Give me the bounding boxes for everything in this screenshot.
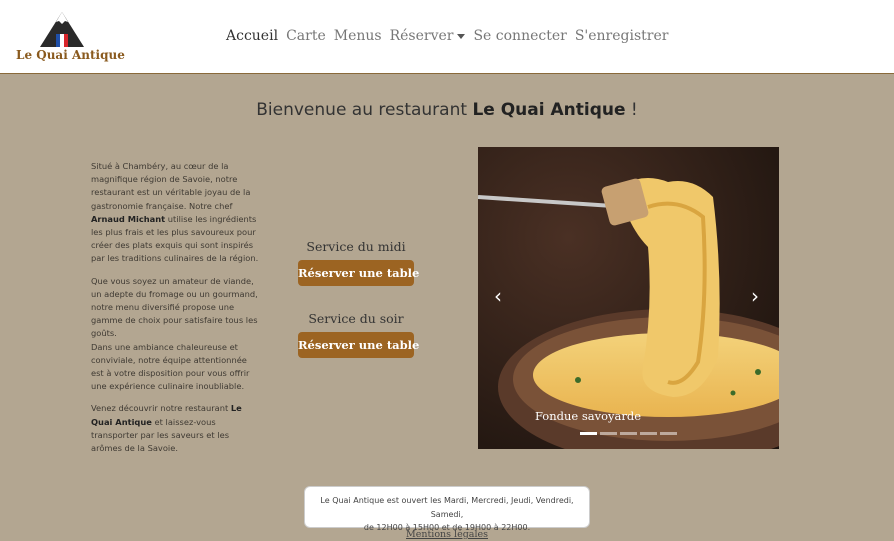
- welcome-prefix: Bienvenue au restaurant: [256, 100, 473, 120]
- carousel-indicator-2[interactable]: [600, 432, 617, 435]
- reserve-soir-button[interactable]: Réserver une table: [298, 332, 419, 358]
- about-p1-text: Situé à Chambéry, au cœur de la magnifiq…: [91, 161, 251, 211]
- service-soir: Service du soir Réserver une table: [298, 311, 419, 358]
- opening-hours: Le Quai Antique est ouvert les Mardi, Me…: [304, 486, 590, 532]
- about-p3-text: Venez découvrir notre restaurant: [91, 403, 231, 414]
- about-paragraph-3: Venez découvrir notre restaurant Le Quai…: [91, 402, 261, 455]
- about-text: Situé à Chambéry, au cœur de la magnifiq…: [91, 160, 261, 464]
- image-carousel: ‹ › Fondue savoyarde: [478, 147, 779, 449]
- carousel-caption: Fondue savoyarde: [534, 409, 642, 423]
- welcome-restaurant-name: Le Quai Antique: [472, 100, 626, 120]
- nav-item-accueil[interactable]: Accueil: [226, 28, 278, 44]
- nav-item-reserver[interactable]: Réserver: [390, 28, 466, 44]
- service-midi: Service du midi Réserver une table: [298, 239, 419, 286]
- about-paragraph-1: Situé à Chambéry, au cœur de la magnifiq…: [91, 160, 261, 266]
- carousel-indicator-1[interactable]: [580, 432, 597, 435]
- nav-item-menus[interactable]: Menus: [334, 28, 382, 44]
- fondue-photo: [478, 147, 779, 449]
- service-soir-label: Service du soir: [308, 311, 404, 326]
- carousel-indicator-5[interactable]: [660, 432, 677, 435]
- main-nav: Accueil Carte Menus Réserver Se connecte…: [226, 28, 676, 44]
- nav-item-se-connecter[interactable]: Se connecter: [473, 28, 566, 44]
- welcome-suffix: !: [625, 100, 638, 120]
- brand-logo[interactable]: Le Quai Antique: [14, 10, 125, 66]
- about-p2b-text: Dans une ambiance chaleureuse et convivi…: [91, 341, 250, 392]
- nav-item-enregistrer[interactable]: S'enregistrer: [575, 28, 669, 44]
- brand-name: Le Quai Antique: [16, 48, 125, 62]
- about-p2-text: Que vous soyez un amateur de viande, un …: [91, 275, 258, 339]
- nav-item-carte[interactable]: Carte: [286, 28, 326, 44]
- navbar: Le Quai Antique Accueil Carte Menus Rése…: [0, 0, 894, 74]
- carousel-next-icon[interactable]: ›: [751, 284, 759, 308]
- carousel-indicator-4[interactable]: [640, 432, 657, 435]
- reserve-midi-button[interactable]: Réserver une table: [298, 260, 419, 286]
- opening-hours-days: Le Quai Antique est ouvert les Mardi, Me…: [320, 496, 574, 519]
- welcome-heading: Bienvenue au restaurant Le Quai Antique …: [0, 100, 894, 120]
- chef-name: Arnaud Michant: [91, 213, 166, 224]
- carousel-prev-icon[interactable]: ‹: [494, 284, 502, 308]
- chevron-down-icon: [457, 33, 466, 39]
- about-paragraph-2: Que vous soyez un amateur de viande, un …: [91, 275, 261, 394]
- nav-item-reserver-label: Réserver: [389, 28, 454, 44]
- service-midi-label: Service du midi: [306, 239, 406, 254]
- mountain-logo-icon: [40, 12, 84, 47]
- legal-notice-link[interactable]: Mentions légales: [0, 529, 894, 540]
- carousel-indicator-3[interactable]: [620, 432, 637, 435]
- carousel-indicators: [580, 432, 677, 435]
